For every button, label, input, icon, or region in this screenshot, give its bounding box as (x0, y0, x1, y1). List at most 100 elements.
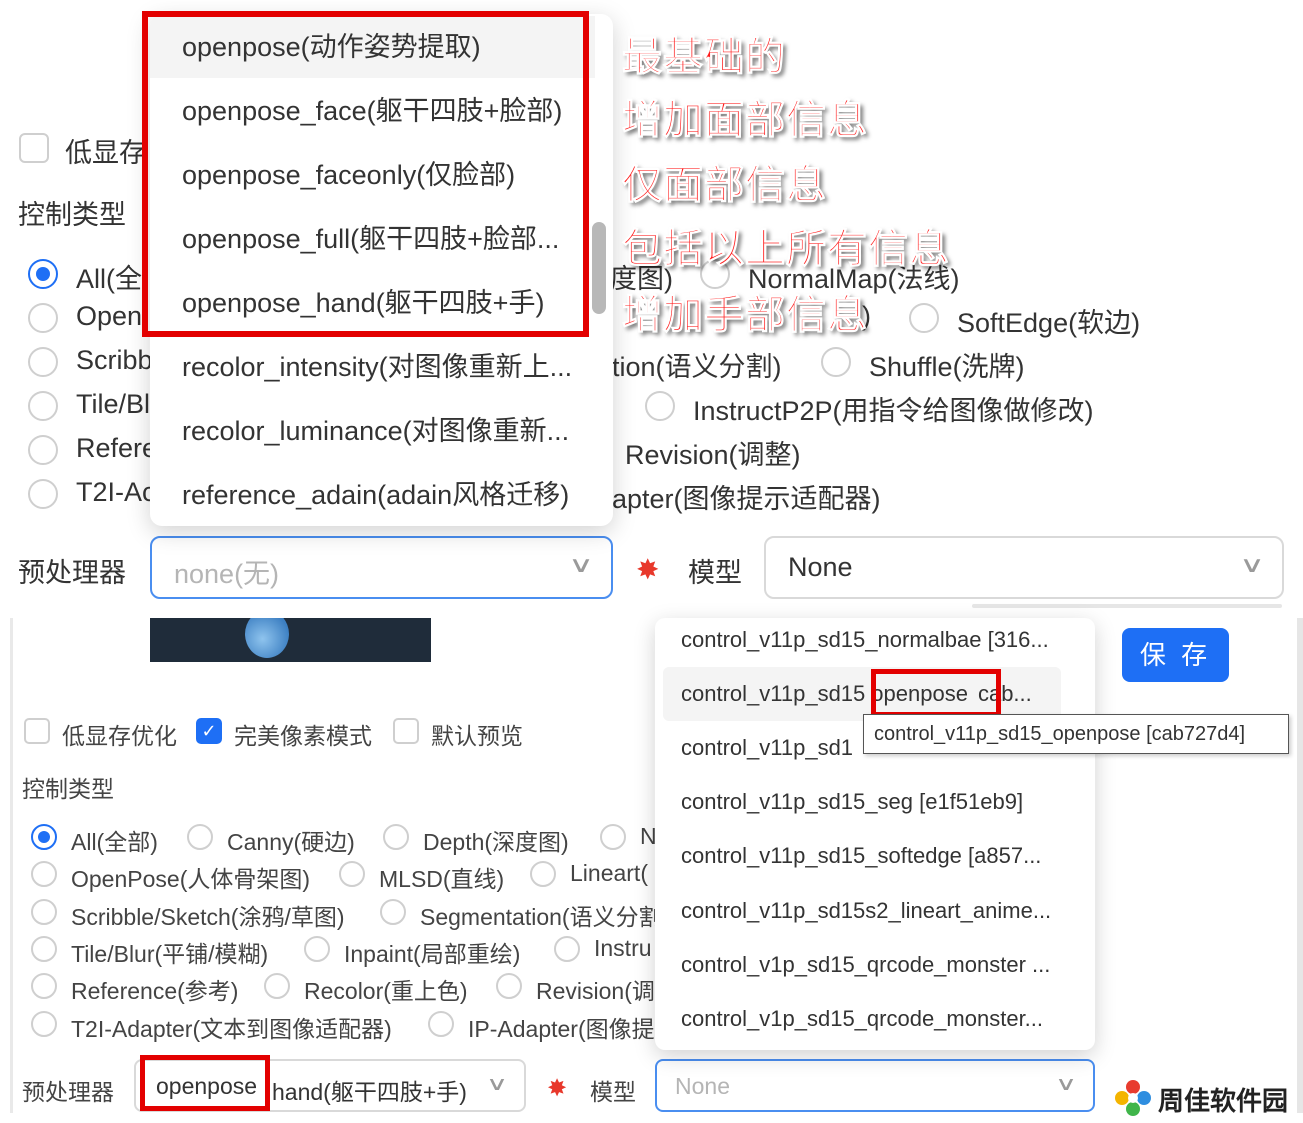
radio-instructp2p[interactable] (645, 391, 675, 421)
radio-canny[interactable] (187, 824, 213, 850)
annotation-box-preprocessor (140, 1055, 270, 1111)
radio-ip-adapter-label-fragment: apter(图像提示适配器) (612, 484, 881, 514)
annotation-box-model-openpose (871, 669, 1001, 717)
radio-reference-label: Refere (76, 433, 158, 463)
control-type-label: 控制类型 (22, 776, 114, 802)
annotation-note-full: 包括以上所有信息 (622, 227, 950, 272)
radio-scribble[interactable] (31, 899, 57, 925)
low-vram-label: 低显存优化 (62, 723, 177, 749)
dropdown-item-reference-adain[interactable]: reference_adain(adain风格迁移) (150, 464, 595, 526)
radio-revision-label: Revision(调整) (625, 440, 801, 470)
radio-reference[interactable] (28, 435, 58, 465)
model-select[interactable]: None ∨ (655, 1059, 1095, 1112)
chevron-down-icon: ∨ (1239, 552, 1265, 577)
radio-tile[interactable] (31, 936, 57, 962)
pinwheel-logo-icon (1115, 1080, 1151, 1116)
annotation-note-hand: 增加手部信息 (622, 293, 868, 338)
radio-all-label: All(全部) (71, 829, 158, 855)
dropdown-scrollbar[interactable] (592, 222, 606, 314)
radio-canny-label: Canny(硬边) (227, 829, 355, 855)
radio-openpose[interactable] (28, 303, 58, 333)
radio-t2i-adapter[interactable] (28, 479, 58, 509)
radio-mlsd-label: MLSD(直线) (379, 866, 505, 892)
model-item-seg[interactable]: control_v11p_sd15_seg [e1f51eb9] (663, 775, 1061, 829)
model-value: None (675, 1073, 730, 1099)
model-item-qrcode-monster-1[interactable]: control_v1p_sd15_qrcode_monster ... (663, 938, 1061, 992)
low-vram-checkbox[interactable] (19, 133, 49, 163)
radio-t2i-adapter-label: T2I-Ac (76, 477, 156, 507)
radio-instructp2p[interactable] (554, 936, 580, 962)
radio-openpose-label: Open (76, 301, 143, 331)
radio-openpose[interactable] (31, 861, 57, 887)
annotation-note-face: 增加面部信息 (622, 98, 868, 143)
model-item-openpose[interactable]: control_v11p_sd15 openpose cab... (663, 667, 1061, 721)
site-logo: 周佳软件园 (1112, 1077, 1300, 1121)
preprocessor-value-b: hand(躯干四肢+手) (272, 1079, 467, 1105)
dropdown-edge (972, 604, 1282, 608)
save-button[interactable]: 保 存 (1122, 628, 1229, 682)
radio-scribble-label: Scribble/Sketch(涂鸦/草图) (71, 904, 345, 930)
model-label: 模型 (590, 1079, 636, 1105)
radio-shuffle-label: Shuffle(洗牌) (869, 352, 1025, 382)
radio-ip-adapter[interactable] (428, 1011, 454, 1037)
dropdown-item-recolor-intensity[interactable]: recolor_intensity(对图像重新上... (150, 336, 595, 398)
radio-all[interactable] (28, 259, 58, 289)
low-vram-checkbox[interactable] (24, 718, 50, 744)
model-label: 模型 (688, 558, 742, 588)
radio-recolor[interactable] (264, 973, 290, 999)
preprocessor-select[interactable]: none(无) ∨ (150, 536, 613, 599)
annotation-note-basic: 最基础的 (622, 35, 786, 80)
panel-divider (10, 618, 13, 1113)
model-item-softedge[interactable]: control_v11p_sd15_softedge [a857... (663, 829, 1061, 883)
radio-all-label: All(全 (76, 264, 142, 294)
chevron-down-icon: ∨ (485, 1074, 509, 1095)
preprocessor-label: 预处理器 (22, 1079, 114, 1105)
radio-revision[interactable] (496, 973, 522, 999)
radio-t2i-adapter-label: T2I-Adapter(文本到图像适配器) (71, 1016, 392, 1042)
explosion-icon: ✸ (547, 1075, 568, 1102)
radio-recolor-label: Recolor(重上色) (304, 978, 468, 1004)
radio-segmentation[interactable] (380, 899, 406, 925)
radio-tile[interactable] (28, 391, 58, 421)
default-preview-checkbox[interactable] (393, 718, 419, 744)
radio-tile-label: Tile/Bl (76, 389, 151, 419)
model-item-lineart-anime[interactable]: control_v11p_sd15s2_lineart_anime... (663, 884, 1061, 938)
chevron-down-icon: ∨ (1054, 1074, 1078, 1095)
radio-instructp2p-label: Instru (594, 935, 652, 961)
radio-scribble[interactable] (28, 347, 58, 377)
model-select[interactable]: None ∨ (764, 536, 1284, 599)
radio-all[interactable] (31, 824, 57, 850)
radio-shuffle[interactable] (821, 347, 851, 377)
low-vram-label: 低显存 (65, 138, 146, 168)
radio-t2i-adapter[interactable] (31, 1011, 57, 1037)
model-item-normalbae[interactable]: control_v11p_sd15_normalbae [316... (663, 618, 1061, 667)
pixel-perfect-checkbox[interactable]: ✓ (196, 718, 222, 744)
radio-ip-adapter-label: IP-Adapter(图像提 (468, 1016, 655, 1042)
radio-segmentation-label: Segmentation(语义分割 (420, 904, 662, 930)
explosion-icon: ✸ (636, 554, 660, 585)
model-item-qrcode-monster-2[interactable]: control_v1p_sd15_qrcode_monster... (663, 992, 1061, 1046)
radio-revision-label: Revision(调 (536, 978, 655, 1004)
radio-lineart-label: Lineart( (570, 860, 648, 886)
radio-inpaint[interactable] (304, 936, 330, 962)
radio-tile-label: Tile/Blur(平铺/模糊) (71, 941, 269, 967)
radio-lineart[interactable] (530, 861, 556, 887)
preprocessor-label: 预处理器 (18, 558, 126, 588)
radio-reference[interactable] (31, 973, 57, 999)
radio-mlsd[interactable] (339, 861, 365, 887)
preprocessor-value: none(无) (174, 559, 280, 589)
model-item-openpose-prefix: control_v11p_sd15 (681, 681, 866, 706)
radio-reference-label: Reference(参考) (71, 978, 239, 1004)
radio-depth[interactable] (383, 824, 409, 850)
dropdown-item-recolor-luminance[interactable]: recolor_luminance(对图像重新... (150, 400, 595, 462)
logo-text: 周佳软件园 (1158, 1086, 1289, 1116)
pixel-perfect-label: 完美像素模式 (234, 723, 372, 749)
radio-softedge-label: SoftEdge(软边) (957, 308, 1141, 338)
model-tooltip: control_v11p_sd15_openpose [cab727d4] (863, 714, 1289, 754)
input-image-preview (150, 618, 431, 662)
chevron-down-icon: ∨ (568, 552, 594, 577)
radio-normalmap[interactable] (600, 824, 626, 850)
default-preview-label: 默认预览 (431, 723, 523, 749)
radio-softedge[interactable] (909, 303, 939, 333)
model-value: None (788, 552, 853, 582)
